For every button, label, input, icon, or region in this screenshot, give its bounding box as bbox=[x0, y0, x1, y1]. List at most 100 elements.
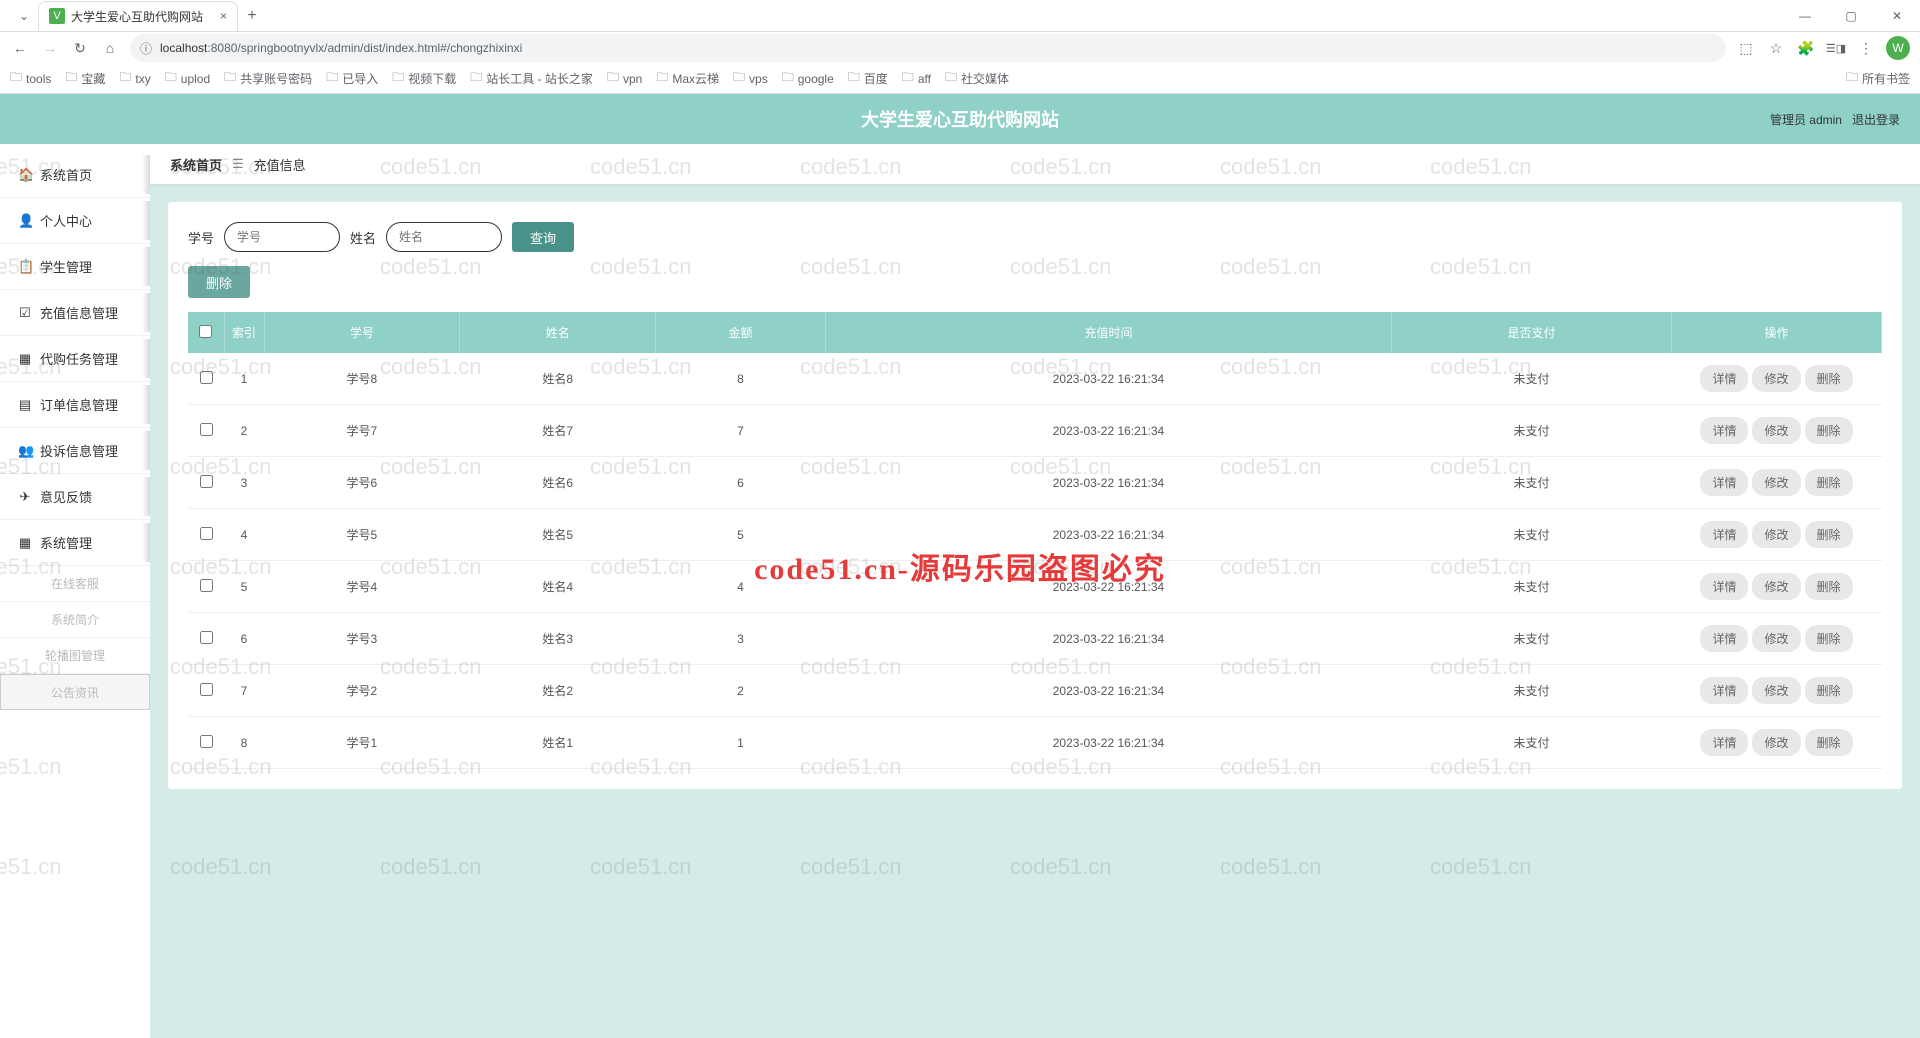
edit-button[interactable]: 修改 bbox=[1752, 365, 1800, 392]
row-checkbox[interactable] bbox=[200, 735, 213, 748]
logout-link[interactable]: 退出登录 bbox=[1852, 111, 1900, 128]
edit-button[interactable]: 修改 bbox=[1752, 469, 1800, 496]
home-button[interactable]: ⌂ bbox=[96, 34, 124, 62]
bookmark-item[interactable]: 🗀社交媒体 bbox=[945, 68, 1009, 89]
breadcrumb-home[interactable]: 系统首页 bbox=[170, 155, 222, 174]
sidebar-item[interactable]: ☑充值信息管理 bbox=[0, 290, 150, 336]
lens-button[interactable]: ⬚ bbox=[1732, 34, 1760, 62]
detail-button[interactable]: 详情 bbox=[1700, 417, 1748, 444]
sidebar-item[interactable]: 👤个人中心 bbox=[0, 198, 150, 244]
detail-button[interactable]: 详情 bbox=[1700, 573, 1748, 600]
detail-button[interactable]: 详情 bbox=[1700, 469, 1748, 496]
detail-button[interactable]: 详情 bbox=[1700, 625, 1748, 652]
bookmark-item[interactable]: 🗀共享账号密码 bbox=[224, 68, 312, 89]
bookmark-item[interactable]: 🗀uplod bbox=[165, 68, 210, 89]
delete-row-button[interactable]: 删除 bbox=[1805, 365, 1853, 392]
sidebar-item[interactable]: ▤订单信息管理 bbox=[0, 382, 150, 428]
tab-list-button[interactable]: ⌄ bbox=[10, 2, 38, 30]
sidebar-sub-item[interactable]: 系统简介 bbox=[0, 602, 150, 638]
delete-row-button[interactable]: 删除 bbox=[1805, 573, 1853, 600]
cell-sno: 学号4 bbox=[264, 561, 460, 613]
close-icon[interactable]: × bbox=[220, 9, 227, 23]
side-panel-icon[interactable]: ☰◨ bbox=[1822, 34, 1850, 62]
header-user-label[interactable]: 管理员 admin bbox=[1770, 111, 1842, 128]
bookmark-item[interactable]: 🗀txy bbox=[119, 68, 150, 89]
query-button[interactable]: 查询 bbox=[512, 222, 574, 252]
table-row: 3学号6姓名662023-03-22 16:21:34未支付详情修改删除 bbox=[188, 457, 1882, 509]
cell-amount: 6 bbox=[656, 457, 826, 509]
folder-icon: 🗀 bbox=[1846, 68, 1858, 89]
sidebar-item[interactable]: ▦系统管理 bbox=[0, 520, 150, 566]
edit-button[interactable]: 修改 bbox=[1752, 573, 1800, 600]
bookmark-item[interactable]: 🗀已导入 bbox=[326, 68, 378, 89]
profile-avatar[interactable]: W bbox=[1886, 36, 1910, 60]
detail-button[interactable]: 详情 bbox=[1700, 729, 1748, 756]
folder-icon: 🗀 bbox=[782, 68, 794, 89]
edit-button[interactable]: 修改 bbox=[1752, 625, 1800, 652]
bookmark-item[interactable]: 🗀vpn bbox=[607, 68, 642, 89]
row-checkbox[interactable] bbox=[200, 527, 213, 540]
select-all-checkbox[interactable] bbox=[199, 325, 212, 338]
row-checkbox[interactable] bbox=[200, 423, 213, 436]
bookmark-item[interactable]: 🗀aff bbox=[902, 68, 931, 89]
bookmark-item[interactable]: 🗀Max云梯 bbox=[656, 68, 719, 89]
browser-tab-active[interactable]: V 大学生爱心互助代购网站 × bbox=[38, 1, 238, 31]
delete-row-button[interactable]: 删除 bbox=[1805, 521, 1853, 548]
delete-row-button[interactable]: 删除 bbox=[1805, 625, 1853, 652]
detail-button[interactable]: 详情 bbox=[1700, 365, 1748, 392]
row-checkbox[interactable] bbox=[200, 579, 213, 592]
sidebar-item[interactable]: 🏠系统首页 bbox=[0, 152, 150, 198]
close-window-button[interactable]: ✕ bbox=[1874, 0, 1920, 32]
bookmark-star-icon[interactable]: ☆ bbox=[1762, 34, 1790, 62]
row-checkbox[interactable] bbox=[200, 371, 213, 384]
breadcrumb-current: 充值信息 bbox=[254, 155, 306, 174]
cell-time: 2023-03-22 16:21:34 bbox=[825, 665, 1391, 717]
bookmark-item[interactable]: 🗀百度 bbox=[848, 68, 888, 89]
sidebar-item[interactable]: 👥投诉信息管理 bbox=[0, 428, 150, 474]
edit-button[interactable]: 修改 bbox=[1752, 677, 1800, 704]
delete-row-button[interactable]: 删除 bbox=[1805, 417, 1853, 444]
search-input-sno[interactable] bbox=[224, 222, 340, 252]
delete-row-button[interactable]: 删除 bbox=[1805, 469, 1853, 496]
sidebar-sub-item[interactable]: 公告资讯 bbox=[0, 674, 150, 710]
browser-tab-strip: ⌄ V 大学生爱心互助代购网站 × + — ▢ ✕ bbox=[0, 0, 1920, 32]
all-bookmarks[interactable]: 🗀所有书签 bbox=[1846, 68, 1910, 89]
minimize-button[interactable]: — bbox=[1782, 0, 1828, 32]
bookmark-item[interactable]: 🗀宝藏 bbox=[65, 68, 105, 89]
sidebar-sub-item[interactable]: 在线客服 bbox=[0, 566, 150, 602]
cell-amount: 2 bbox=[656, 665, 826, 717]
search-input-name[interactable] bbox=[386, 222, 502, 252]
extensions-button[interactable]: 🧩 bbox=[1792, 34, 1820, 62]
detail-button[interactable]: 详情 bbox=[1700, 677, 1748, 704]
browser-url-bar: ← → ↻ ⌂ ⓘ localhost:8080/springbootnyvlx… bbox=[0, 32, 1920, 64]
cell-sno: 学号8 bbox=[264, 353, 460, 405]
edit-button[interactable]: 修改 bbox=[1752, 729, 1800, 756]
row-checkbox[interactable] bbox=[200, 683, 213, 696]
bookmark-item[interactable]: 🗀tools bbox=[10, 68, 51, 89]
sidebar-sub-item[interactable]: 轮播图管理 bbox=[0, 638, 150, 674]
menu-button[interactable]: ⋮ bbox=[1852, 34, 1880, 62]
sidebar-item[interactable]: 📋学生管理 bbox=[0, 244, 150, 290]
delete-row-button[interactable]: 删除 bbox=[1805, 729, 1853, 756]
bookmark-item[interactable]: 🗀google bbox=[782, 68, 834, 89]
bookmark-item[interactable]: 🗀vps bbox=[733, 68, 768, 89]
forward-button[interactable]: → bbox=[36, 34, 64, 62]
folder-icon: 🗀 bbox=[119, 68, 131, 89]
back-button[interactable]: ← bbox=[6, 34, 34, 62]
reload-button[interactable]: ↻ bbox=[66, 34, 94, 62]
delete-row-button[interactable]: 删除 bbox=[1805, 677, 1853, 704]
sidebar-item[interactable]: ✈意见反馈 bbox=[0, 474, 150, 520]
address-bar[interactable]: ⓘ localhost:8080/springbootnyvlx/admin/d… bbox=[130, 34, 1726, 62]
edit-button[interactable]: 修改 bbox=[1752, 417, 1800, 444]
row-checkbox[interactable] bbox=[200, 475, 213, 488]
new-tab-button[interactable]: + bbox=[238, 7, 266, 25]
row-checkbox[interactable] bbox=[200, 631, 213, 644]
batch-delete-button[interactable]: 删除 bbox=[188, 266, 250, 298]
detail-button[interactable]: 详情 bbox=[1700, 521, 1748, 548]
bookmark-item[interactable]: 🗀视频下载 bbox=[392, 68, 456, 89]
edit-button[interactable]: 修改 bbox=[1752, 521, 1800, 548]
site-info-icon[interactable]: ⓘ bbox=[140, 40, 152, 57]
bookmark-item[interactable]: 🗀站长工具 - 站长之家 bbox=[470, 68, 593, 89]
maximize-button[interactable]: ▢ bbox=[1828, 0, 1874, 32]
sidebar-item[interactable]: ▦代购任务管理 bbox=[0, 336, 150, 382]
